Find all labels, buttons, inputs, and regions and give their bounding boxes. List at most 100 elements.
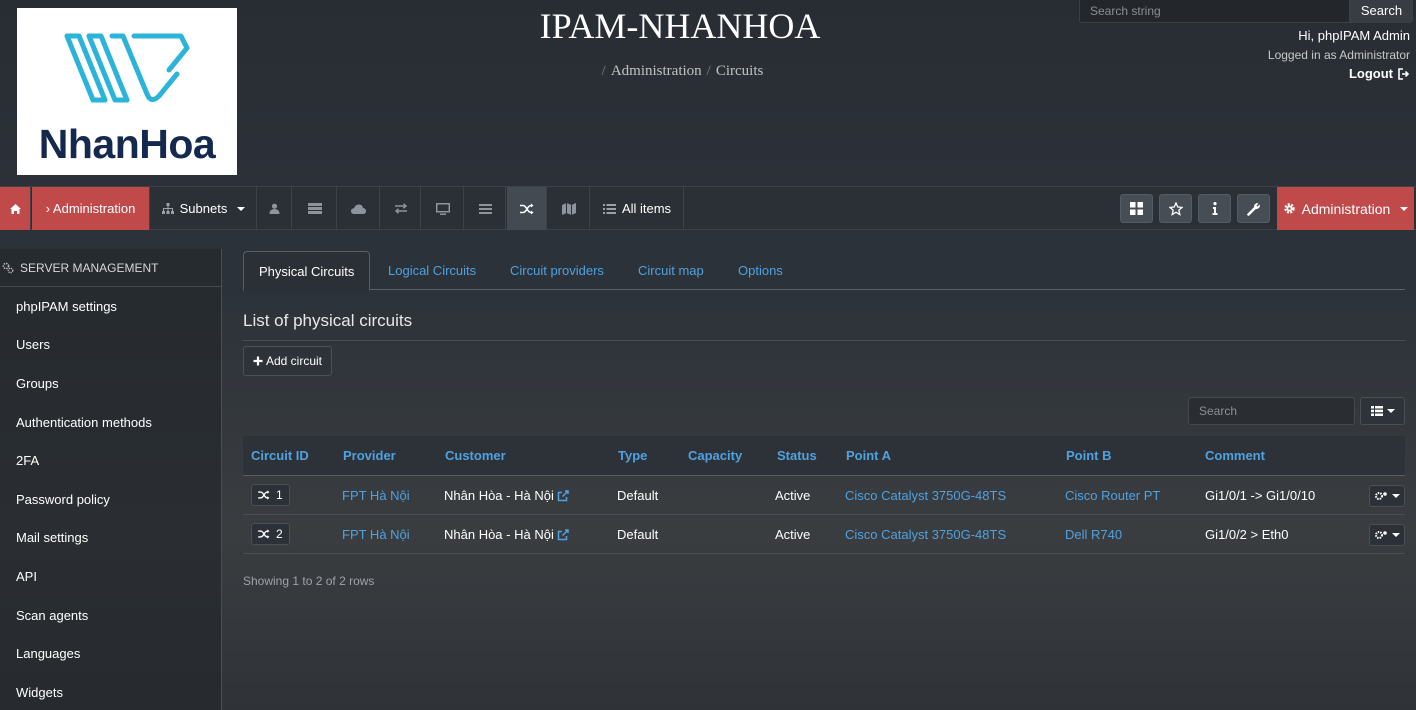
columns-toggle-button[interactable] — [1360, 397, 1405, 425]
nav-list[interactable] — [465, 187, 506, 230]
circuit-id-button[interactable]: 1 — [251, 484, 290, 506]
search-input[interactable] — [1079, 0, 1350, 23]
sidebar-section-header: SERVER MANAGEMENT — [0, 249, 221, 287]
type-cell: Default — [617, 488, 659, 503]
global-search: Search — [1079, 0, 1413, 23]
sidebar-item-languages[interactable]: Languages — [0, 634, 221, 673]
nav-all-items[interactable]: All items — [591, 187, 684, 230]
nhanhoa-logo[interactable]: NhanHoa — [17, 8, 237, 175]
page-header: NhanHoa IPAM-NHANHOA / Administration / Cir… — [0, 0, 1416, 186]
table-search-input[interactable] — [1188, 397, 1355, 425]
circuit-id: 1 — [276, 488, 283, 502]
external-link-icon[interactable] — [557, 489, 569, 502]
external-link-icon[interactable] — [557, 528, 569, 541]
column-comment[interactable]: Comment — [1205, 448, 1265, 463]
page-title: List of physical circuits — [243, 311, 413, 330]
column-provider[interactable]: Provider — [343, 448, 396, 463]
random-icon — [258, 490, 270, 500]
sidebar-item-api[interactable]: API — [0, 557, 221, 596]
status-cell: Active — [775, 488, 811, 503]
dashboard-button[interactable] — [1120, 194, 1153, 223]
row-actions-button[interactable] — [1369, 485, 1405, 507]
column-customer[interactable]: Customer — [445, 448, 506, 463]
tab-physical-circuits[interactable]: Physical Circuits — [243, 251, 371, 291]
title-divider — [243, 340, 1405, 341]
sidebar-item-2fa[interactable]: 2FA — [0, 441, 221, 480]
sidebar-item-password-policy[interactable]: Password policy — [0, 480, 221, 519]
th-large-icon — [1130, 202, 1143, 215]
cog-icon — [1283, 203, 1295, 214]
nav-devices[interactable] — [293, 187, 337, 230]
comment-cell: Gi1/0/1 -> Gi1/0/10 — [1205, 488, 1316, 503]
tab-options[interactable]: Options — [738, 251, 783, 290]
nav-home[interactable] — [0, 187, 31, 230]
sidebar-item-users[interactable]: Users — [0, 326, 221, 365]
comment-cell: Gi1/0/2 > Eth0 — [1205, 527, 1289, 542]
caret-down-icon — [1386, 409, 1395, 413]
cogs-icon — [1374, 531, 1387, 539]
nav-exchange[interactable] — [381, 187, 421, 230]
add-circuit-button[interactable]: Add circuit — [243, 346, 332, 376]
column-point-b[interactable]: Point B — [1066, 448, 1112, 463]
administration-menu-button[interactable]: Administration — [1277, 187, 1414, 230]
plus-icon — [253, 356, 263, 366]
circuit-tabs: Physical Circuits Logical Circuits Circu… — [243, 251, 1405, 291]
info-button[interactable] — [1198, 194, 1231, 223]
pagination-info: Showing 1 to 2 of 2 rows — [243, 574, 375, 588]
sidebar-item-widgets[interactable]: Widgets — [0, 673, 221, 710]
breadcrumb-circuits: Circuits — [715, 63, 764, 79]
server-icon — [307, 203, 322, 214]
logout-link[interactable]: Logout — [1349, 66, 1410, 81]
provider-link[interactable]: FPT Hà Nội — [342, 527, 410, 542]
favourites-button[interactable] — [1159, 194, 1192, 223]
customer-name: Nhân Hòa - Hà Nội — [444, 527, 554, 542]
sidebar-item-phpipam-settings[interactable]: phpIPAM settings — [0, 287, 221, 326]
row-actions-button[interactable] — [1369, 524, 1405, 546]
sidebar-item-authentication-methods[interactable]: Authentication methods — [0, 403, 221, 442]
point-a-link[interactable]: Cisco Catalyst 3750G-48TS — [845, 527, 1006, 542]
circuit-id-button[interactable]: 2 — [251, 523, 290, 545]
nav-map[interactable] — [548, 187, 590, 230]
breadcrumb-separator: / — [706, 63, 711, 79]
tab-circuit-providers[interactable]: Circuit providers — [510, 251, 604, 290]
sidebar-item-scan-agents[interactable]: Scan agents — [0, 596, 221, 635]
cogs-icon — [1374, 492, 1387, 500]
column-type[interactable]: Type — [618, 448, 647, 463]
column-capacity[interactable]: Capacity — [688, 448, 742, 463]
point-b-link[interactable]: Cisco Router PT — [1065, 488, 1160, 503]
column-status[interactable]: Status — [777, 448, 817, 463]
status-cell: Active — [775, 527, 811, 542]
star-icon — [1168, 201, 1183, 216]
search-button[interactable]: Search — [1350, 0, 1413, 23]
nav-administration[interactable]: › Administration — [32, 187, 150, 230]
caret-down-icon — [237, 206, 246, 211]
admin-sidebar: SERVER MANAGEMENT phpIPAM settings Users… — [0, 249, 222, 710]
sidebar-section-title: SERVER MANAGEMENT — [20, 260, 159, 275]
sidebar-item-groups[interactable]: Groups — [0, 364, 221, 403]
site-title[interactable]: IPAM-NHANHOA — [480, 5, 880, 47]
table-row: 1 FPT Hà Nội Nhân Hòa - Hà Nội Default A… — [243, 476, 1405, 515]
nav-desktop[interactable] — [422, 187, 464, 230]
bars-icon — [478, 203, 492, 214]
provider-link[interactable]: FPT Hà Nội — [342, 488, 410, 503]
logo-mark-icon — [64, 33, 190, 103]
tab-circuit-map[interactable]: Circuit map — [638, 251, 704, 290]
sitemap-icon — [161, 203, 174, 214]
map-icon — [561, 202, 576, 215]
breadcrumb-administration[interactable]: Administration — [611, 63, 702, 79]
column-point-a[interactable]: Point A — [846, 448, 891, 463]
point-b-link[interactable]: Dell R740 — [1065, 527, 1122, 542]
table-row: 2 FPT Hà Nội Nhân Hòa - Hà Nội Default A… — [243, 515, 1405, 554]
nav-circuits[interactable] — [507, 187, 547, 230]
nav-user[interactable] — [258, 187, 292, 230]
sidebar-item-mail-settings[interactable]: Mail settings — [0, 519, 221, 558]
list-icon — [602, 203, 616, 214]
caret-down-icon — [1391, 494, 1400, 498]
tab-logical-circuits[interactable]: Logical Circuits — [388, 251, 476, 290]
point-a-link[interactable]: Cisco Catalyst 3750G-48TS — [845, 488, 1006, 503]
administration-menu-label: Administration — [1301, 200, 1391, 217]
column-circuit-id[interactable]: Circuit ID — [251, 448, 309, 463]
nav-subnets-dropdown[interactable]: Subnets — [151, 187, 257, 230]
nav-cloud[interactable] — [338, 187, 380, 230]
tools-button[interactable] — [1237, 194, 1270, 223]
